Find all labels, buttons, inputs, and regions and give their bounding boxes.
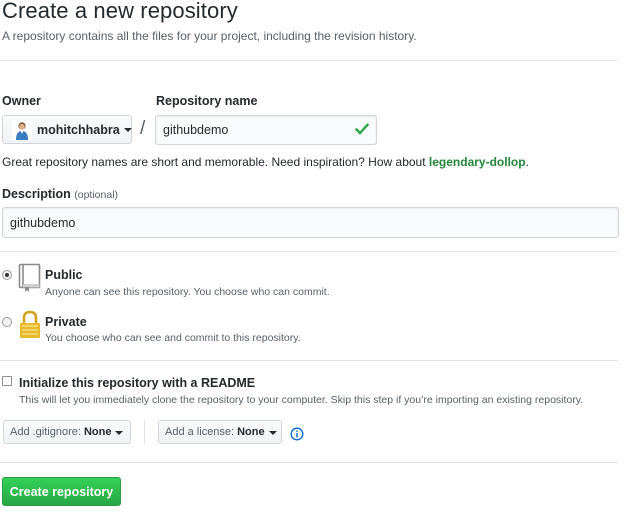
- chevron-down-icon: [123, 128, 132, 132]
- repo-name-input[interactable]: [155, 115, 377, 145]
- repo-name-label: Repository name: [156, 94, 258, 108]
- lock-icon: [18, 310, 42, 345]
- chevron-down-icon: [115, 430, 124, 435]
- license-dropdown[interactable]: Add a license: None: [158, 420, 282, 444]
- create-repository-button[interactable]: Create repository: [2, 477, 121, 506]
- name-suggestion-link[interactable]: legendary-dollop: [429, 155, 526, 169]
- divider: [0, 60, 618, 61]
- info-icon[interactable]: [290, 427, 304, 446]
- owner-repo-separator: /: [140, 118, 146, 139]
- description-label-text: Description: [2, 187, 71, 201]
- gitignore-dropdown[interactable]: Add .gitignore: None: [3, 420, 131, 444]
- public-option-title: Public: [45, 268, 83, 282]
- init-readme-desc: This will let you immediately clone the …: [19, 394, 584, 406]
- hint-text: Great repository names are short and mem…: [2, 155, 429, 169]
- init-readme-checkbox[interactable]: [2, 376, 12, 386]
- hint-end: .: [525, 155, 529, 169]
- owner-label: Owner: [2, 94, 41, 108]
- owner-dropdown[interactable]: mohitchhabra: [2, 115, 132, 144]
- private-option-desc: You choose who can see and commit to thi…: [45, 332, 301, 344]
- public-option-desc: Anyone can see this repository. You choo…: [45, 286, 330, 298]
- gitignore-value: None: [83, 426, 112, 438]
- divider: [0, 251, 618, 252]
- gitignore-label: Add .gitignore:: [10, 426, 81, 438]
- avatar: [12, 119, 32, 140]
- description-label: Description (optional): [2, 187, 118, 201]
- check-icon: [354, 122, 370, 140]
- public-radio[interactable]: [2, 270, 12, 280]
- optional-tag: (optional): [74, 189, 119, 201]
- private-radio[interactable]: [2, 317, 12, 327]
- repo-book-icon: [18, 263, 42, 298]
- divider: [144, 420, 145, 444]
- repo-name-hint: Great repository names are short and mem…: [2, 155, 529, 169]
- license-label: Add a license:: [165, 426, 235, 438]
- owner-name: mohitchhabra: [37, 122, 120, 137]
- private-option-title: Private: [45, 315, 87, 329]
- page-title: Create a new repository: [2, 0, 238, 23]
- divider: [0, 462, 618, 463]
- license-value: None: [237, 426, 265, 438]
- divider: [0, 360, 618, 361]
- description-input[interactable]: [2, 207, 619, 238]
- page-subtitle: A repository contains all the files for …: [2, 29, 417, 43]
- chevron-down-icon: [268, 430, 277, 435]
- init-readme-label[interactable]: Initialize this repository with a README: [19, 376, 255, 390]
